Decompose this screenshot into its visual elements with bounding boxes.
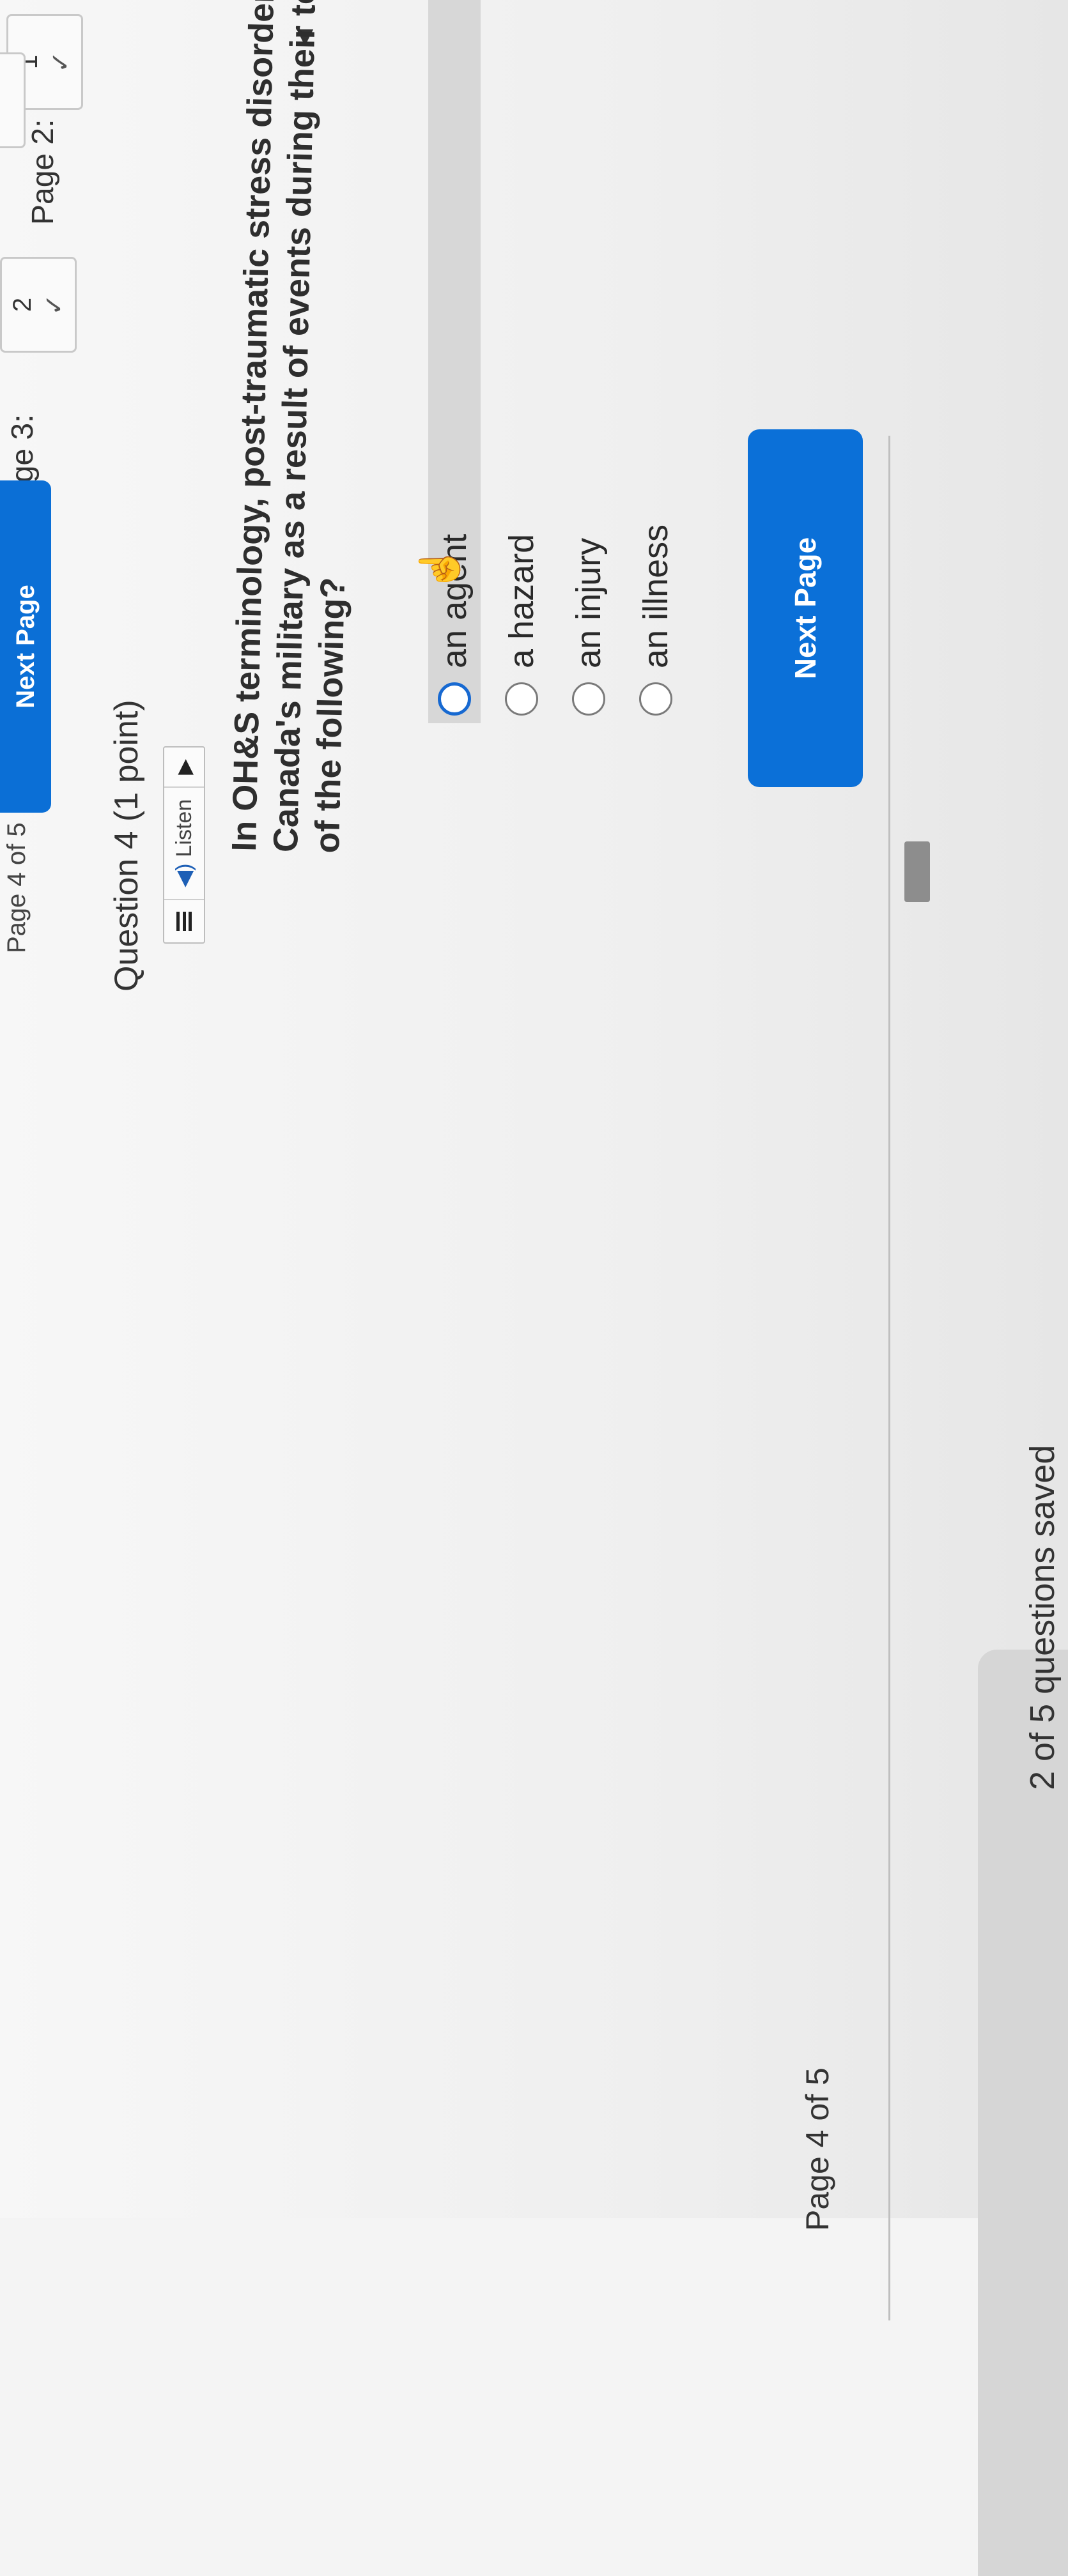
menu-button[interactable] <box>164 899 204 942</box>
answer-label: a hazard <box>502 533 541 668</box>
next-page-button-top[interactable]: Next Page <box>0 480 51 813</box>
question-number: 2 <box>8 297 36 312</box>
play-button[interactable]: ▶ <box>164 747 204 786</box>
answer-option-hazard[interactable]: a hazard <box>495 534 548 723</box>
questions-saved-text: 2 of 5 questions saved <box>1023 1445 1062 1790</box>
listen-label: Listen <box>171 799 196 857</box>
navigation-scroll-tab[interactable] <box>904 841 930 902</box>
listen-button[interactable]: ◀) Listen <box>164 786 204 899</box>
answer-option-illness[interactable]: an illness <box>630 525 682 723</box>
radio-button[interactable] <box>438 682 471 716</box>
radio-button[interactable] <box>572 682 605 716</box>
question-navigation-panel <box>0 2218 1068 2576</box>
listen-toolbar[interactable]: ◀) Listen ▶ <box>163 746 205 944</box>
radio-button[interactable] <box>639 682 672 716</box>
question-title: Question 4 (1 point) <box>108 700 145 992</box>
hamburger-menu-icon <box>176 912 192 931</box>
question-2-link[interactable]: 2 ✓ <box>0 257 77 353</box>
page-indicator-top: Page 4 of 5 <box>3 822 31 953</box>
answer-option-agent[interactable]: an agent <box>428 0 481 723</box>
answer-label: an injury <box>569 537 608 668</box>
quiz-page: 1 ✓ Page 2: 2 ✓ age 3: 4: ◀ 2 of 5 quest… <box>0 0 1068 2576</box>
radio-button[interactable] <box>505 682 538 716</box>
answer-option-injury[interactable]: an injury <box>562 538 615 723</box>
speaker-icon: ◀) <box>172 863 196 887</box>
page-2-heading: Page 2: <box>26 119 60 225</box>
play-icon: ▶ <box>173 759 196 775</box>
answer-label: an illness <box>637 524 675 668</box>
question-box-partial[interactable] <box>0 52 26 148</box>
page-indicator-bottom: Page 4 of 5 <box>800 2067 835 2231</box>
check-icon: ✓ <box>40 294 68 316</box>
question-text: In OH&S terminology, post-traumatic stre… <box>224 0 352 854</box>
next-page-button[interactable]: Next Page <box>748 429 863 787</box>
check-icon: ✓ <box>47 51 75 73</box>
footer-divider <box>888 436 890 2320</box>
pointer-hand-icon: ☝ <box>418 544 461 592</box>
